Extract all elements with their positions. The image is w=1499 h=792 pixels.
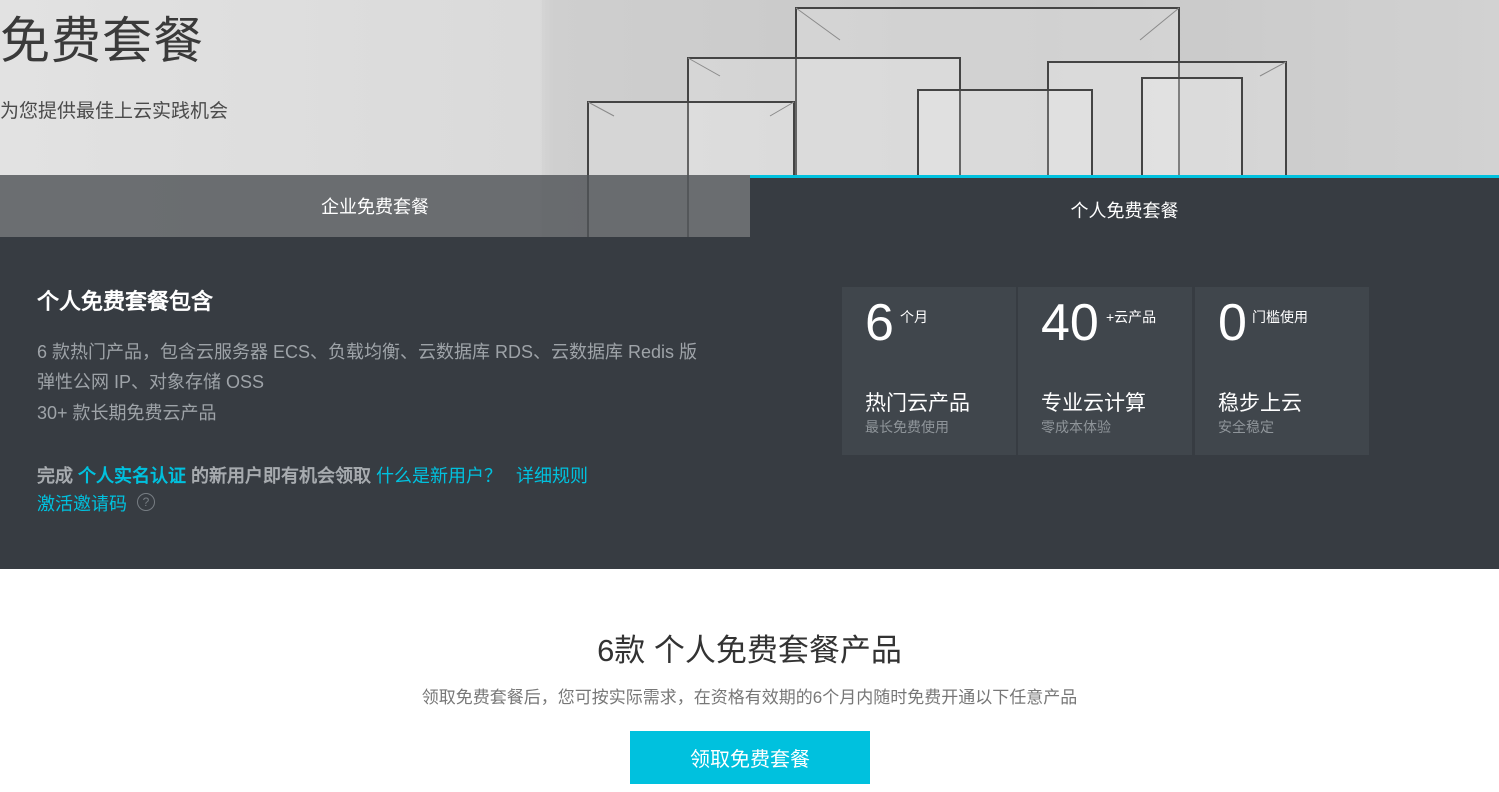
panel-title: 个人免费套餐包含 xyxy=(37,289,214,314)
desc-line-products-cont: 弹性公网 IP、对象存储 OSS xyxy=(37,372,265,392)
stat-unit: 个月 xyxy=(900,309,928,325)
tab-enterprise-free-plan[interactable]: 企业免费套餐 xyxy=(0,175,750,237)
stat-label: 热门云产品 xyxy=(865,392,970,415)
claim-suffix: 的新用户即有机会领取 xyxy=(186,466,372,486)
claim-eligibility-text: 完成 个人实名认证 的新用户即有机会领取 xyxy=(37,462,371,488)
stat-card-products: 40 +云产品 专业云计算 零成本体验 xyxy=(1018,287,1192,455)
page-subtitle: 为您提供最佳上云实践机会 xyxy=(0,101,229,122)
stat-label: 稳步上云 xyxy=(1218,392,1302,415)
desc-line-long-term: 30+ 款长期免费云产品 xyxy=(37,403,217,423)
claim-free-plan-button[interactable]: 领取免费套餐 xyxy=(630,731,870,784)
help-icon[interactable]: ? xyxy=(137,493,155,511)
tab-personal-free-plan[interactable]: 个人免费套餐 xyxy=(750,175,1499,237)
stat-sublabel: 最长免费使用 xyxy=(865,419,949,435)
products-section-subtitle: 领取免费套餐后，您可按实际需求，在资格有效期的6个月内随时免费开通以下任意产品 xyxy=(421,688,1078,707)
what-is-new-user-link[interactable]: 什么是新用户？ xyxy=(376,462,502,488)
stat-number: 40 xyxy=(1041,294,1099,352)
detail-rules-link[interactable]: 详细规则 xyxy=(516,462,588,488)
personal-plan-panel: 个人免费套餐包含 6 款热门产品，包含云服务器 ECS、负载均衡、云数据库 RD… xyxy=(0,237,1499,569)
products-section-title: 6款 个人免费套餐产品 xyxy=(597,633,902,668)
stat-label: 专业云计算 xyxy=(1041,392,1146,415)
claim-prefix: 完成 xyxy=(37,466,79,486)
stat-number: 6 xyxy=(865,294,894,352)
activate-invite-code-link[interactable]: 激活邀请码 xyxy=(37,490,127,516)
page-title: 免费套餐 xyxy=(0,13,204,69)
desc-line-products: 6 款热门产品，包含云服务器 ECS、负载均衡、云数据库 RDS、云数据库 Re… xyxy=(37,342,698,362)
stat-card-months: 6 个月 热门云产品 最长免费使用 xyxy=(842,287,1016,455)
stat-card-threshold: 0 门槛使用 稳步上云 安全稳定 xyxy=(1195,287,1369,455)
stat-unit: 门槛使用 xyxy=(1252,309,1308,325)
stat-unit: +云产品 xyxy=(1106,309,1157,325)
stat-number: 0 xyxy=(1218,294,1247,352)
real-name-verification-link[interactable]: 个人实名认证 xyxy=(78,466,186,486)
stat-sublabel: 零成本体验 xyxy=(1041,419,1111,435)
stat-sublabel: 安全稳定 xyxy=(1218,419,1274,435)
